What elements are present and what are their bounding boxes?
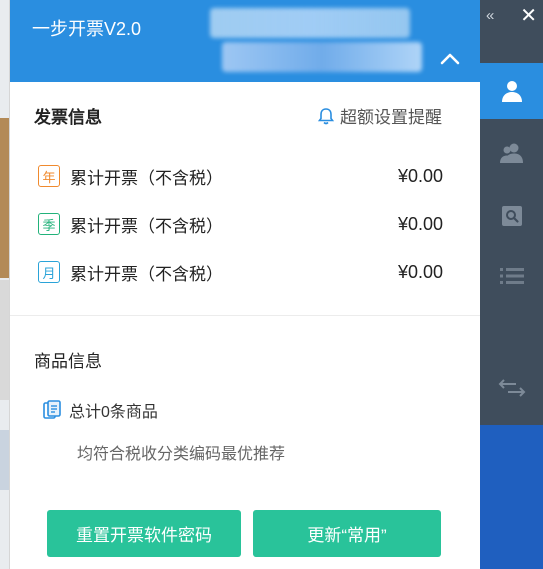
rail-search-button[interactable] [480, 188, 543, 244]
update-common-button[interactable]: 更新“常用” [253, 510, 441, 557]
annual-total-label: 累计开票（不含税） [70, 168, 223, 188]
month-badge-icon: 月 [38, 261, 60, 283]
rail-background-area [480, 425, 543, 569]
rail-switch-button[interactable] [480, 360, 543, 416]
background-app-strip [0, 0, 9, 569]
goods-recommendation-text: 均符合税收分类编码最优推荐 [77, 446, 286, 463]
section-divider [10, 315, 481, 316]
panel-header: 一步开票V2.0 [10, 0, 481, 82]
switch-arrows-icon [498, 379, 525, 397]
blurred-company-name [210, 8, 410, 38]
document-list-icon [43, 400, 61, 419]
background-band [0, 280, 9, 400]
invoice-section-title: 发票信息 [34, 108, 102, 127]
blurred-tax-id [222, 42, 422, 72]
rail-top-bar: « ✕ [480, 0, 543, 30]
app-title: 一步开票V2.0 [32, 19, 142, 39]
quarterly-total-label: 累计开票（不含税） [70, 216, 223, 236]
background-band [0, 430, 9, 490]
close-icon[interactable]: ✕ [520, 3, 537, 28]
rail-user-button[interactable] [480, 63, 543, 119]
quarter-badge-icon: 季 [38, 213, 60, 235]
reset-password-button[interactable]: 重置开票软件密码 [47, 510, 241, 557]
annual-total-row: 年 累计开票（不含税） ¥0.00 [38, 162, 443, 190]
quarterly-total-row: 季 累计开票（不含税） ¥0.00 [38, 210, 443, 238]
right-sidebar-rail: « ✕ [480, 0, 543, 569]
search-box-icon [501, 206, 522, 226]
collapse-chevron-up-icon[interactable] [439, 50, 461, 68]
goods-total-row: 总计0条商品 [41, 398, 158, 422]
annual-total-amount: ¥0.00 [397, 165, 443, 186]
contacts-icon [499, 143, 523, 163]
rail-contacts-button[interactable] [480, 125, 543, 181]
rail-list-button[interactable] [480, 248, 543, 304]
invoice-panel: 一步开票V2.0 发票信息 超额设置提醒 年 累计开票（不含税） ¥0.00 季… [9, 0, 481, 569]
over-limit-alert-link[interactable]: 超额设置提醒 [318, 103, 442, 128]
list-icon [499, 268, 524, 284]
goods-section-title: 商品信息 [34, 352, 102, 371]
user-icon [501, 81, 522, 102]
quarterly-total-amount: ¥0.00 [397, 213, 443, 234]
monthly-total-amount: ¥0.00 [397, 261, 443, 282]
over-limit-alert-label: 超额设置提醒 [340, 108, 442, 127]
monthly-total-row: 月 累计开票（不含税） ¥0.00 [38, 258, 443, 286]
goods-total-label: 总计0条商品 [69, 404, 158, 421]
monthly-total-label: 累计开票（不含税） [70, 264, 223, 284]
collapse-panel-icon[interactable]: « [486, 7, 494, 24]
year-badge-icon: 年 [38, 165, 60, 187]
background-band [0, 118, 9, 278]
bell-icon [318, 107, 334, 124]
